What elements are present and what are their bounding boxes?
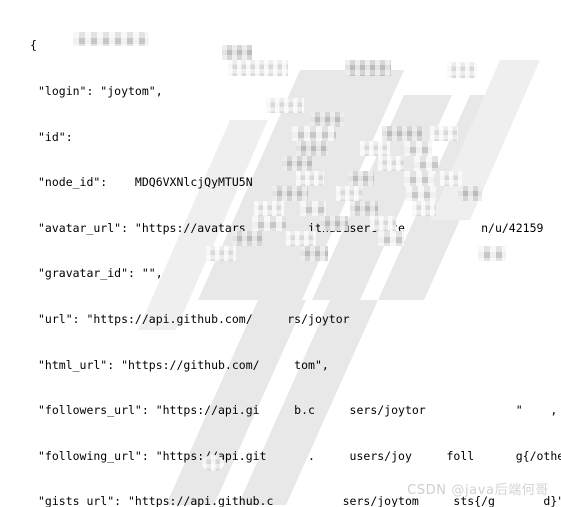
json-line: "gravatar_id": "", — [38, 266, 163, 281]
json-line: "url": "https://api.github.com/ rs/joyto… — [38, 311, 350, 326]
json-line: "login": "joytom", — [38, 84, 163, 98]
json-line: "followers_url": "https://api.gi b.c ser… — [38, 403, 558, 418]
csdn-watermark-username: @java后端何哥 — [451, 483, 549, 498]
json-line: "node_id": MDQ6VXNlcjQyMTU5N ", — [38, 175, 309, 190]
json-line: "avatar_url": "https://avatars ithubuser… — [38, 220, 544, 235]
csdn-watermark-prefix: CSDN — [407, 483, 447, 498]
screenshot-root: { "login": "joytom", "id": "node_id": MD… — [0, 0, 561, 507]
json-line: "following_url": "https://api.git . user… — [38, 448, 561, 463]
json-line: "html_url": "https://github.com/ tom", — [38, 357, 329, 372]
json-line: "id": — [38, 129, 73, 144]
json-line: { — [30, 38, 37, 53]
csdn-watermark: CSDN @java后端何哥 — [407, 479, 549, 498]
json-code-block: { "login": "joytom", "id": "node_id": MD… — [0, 8, 561, 507]
